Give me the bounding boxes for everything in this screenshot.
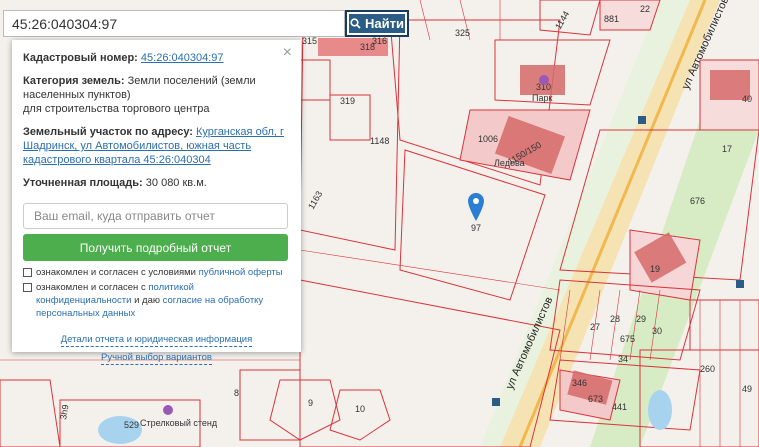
consent-offer-text: ознакомлен и согласен с условиями публич… xyxy=(36,266,283,279)
search-icon xyxy=(350,18,361,29)
shooting-stand-icon[interactable] xyxy=(163,405,173,415)
category-row: Категория земель: Земли поселений (земли… xyxy=(23,74,290,116)
address-row: Земельный участок по адресу: Курганская … xyxy=(23,125,290,167)
parcel-label: 27 xyxy=(590,322,600,332)
parcel-label: 28 xyxy=(610,314,620,324)
parcel-label: 315 xyxy=(302,36,317,46)
parcel-label: 325 xyxy=(455,28,470,38)
consent-offer-checkbox[interactable] xyxy=(23,268,32,277)
parcel-label: 346 xyxy=(572,378,587,388)
parcel-label: 8 xyxy=(234,388,239,398)
report-details-link[interactable]: Детали отчета и юридическая информация xyxy=(60,334,253,347)
parcel-label: 441 xyxy=(612,402,627,412)
poi-stand-label: Стрелковый стенд xyxy=(140,418,218,428)
poi-park-label: Парк xyxy=(532,93,552,103)
parcel-label: 29 xyxy=(636,314,646,324)
parcel-label: 675 xyxy=(620,334,635,344)
parcel-label: 881 xyxy=(604,14,619,24)
category-purpose: для строительства торгового центра xyxy=(23,103,210,115)
consent-offer-row: ознакомлен и согласен с условиями публич… xyxy=(23,266,290,279)
parcel-label: 17 xyxy=(722,144,732,154)
get-report-button[interactable]: Получить подробный отчет xyxy=(23,234,288,261)
parcel-label: 40 xyxy=(742,94,752,104)
parcel-label: 319 xyxy=(340,96,355,106)
parcel-label: 1148 xyxy=(370,136,389,146)
parcel-label: 19 xyxy=(650,264,660,274)
cadastral-row: Кадастровый номер: 45:26:040304:97 xyxy=(23,51,290,65)
parcel-label: 316 xyxy=(372,36,387,46)
search-button[interactable]: Найти xyxy=(345,10,409,37)
parcel-label: 30 xyxy=(652,326,662,336)
category-label: Категория земель: xyxy=(23,75,125,87)
parcel-label: 34 xyxy=(618,354,628,364)
parcel-label: 260 xyxy=(700,364,715,374)
parcel-label: 1006 xyxy=(478,134,498,144)
consent-privacy-checkbox[interactable] xyxy=(23,283,32,292)
cadastral-label: Кадастровый номер: xyxy=(23,52,138,64)
parcel-label: 673 xyxy=(588,394,603,404)
area-label: Уточненная площадь: xyxy=(23,177,143,189)
consent-privacy-prefix: ознакомлен и согласен с xyxy=(36,282,146,293)
bottom-links: Детали отчета и юридическая информация Р… xyxy=(23,332,290,365)
close-icon[interactable]: × xyxy=(283,45,292,61)
offer-link[interactable]: публичной оферты xyxy=(199,267,283,278)
consent-privacy-middle: и даю xyxy=(134,295,160,306)
parcel-label: 9 xyxy=(308,398,313,408)
email-field[interactable] xyxy=(23,203,288,229)
address-label: Земельный участок по адресу: xyxy=(23,126,193,138)
parcel-label: 49 xyxy=(742,384,752,394)
bus-stop-icon[interactable] xyxy=(736,280,744,288)
consent-offer-prefix: ознакомлен и согласен с условиями xyxy=(36,267,196,278)
search-bar xyxy=(3,10,345,37)
consent-privacy-text: ознакомлен и согласен с политикой конфид… xyxy=(36,281,290,320)
parcel-info-panel: × Кадастровый номер: 45:26:040304:97 Кат… xyxy=(12,40,301,365)
search-button-label: Найти xyxy=(365,16,404,31)
parcel-label: 10 xyxy=(355,404,365,414)
search-input[interactable] xyxy=(4,11,344,36)
bus-stop-icon[interactable] xyxy=(492,398,500,406)
area-row: Уточненная площадь: 30 080 кв.м. xyxy=(23,176,290,190)
park-icon[interactable] xyxy=(539,75,549,85)
consent-privacy-row: ознакомлен и согласен с политикой конфид… xyxy=(23,281,290,320)
area-value: 30 080 кв.м. xyxy=(145,177,207,189)
parcel-label: 529 xyxy=(124,420,139,430)
parcel-label: 676 xyxy=(690,196,705,206)
cadastral-link[interactable]: 45:26:040304:97 xyxy=(141,52,224,64)
parcel-label: 22 xyxy=(640,4,650,14)
manual-selection-link[interactable]: Ручной выбор вариантов xyxy=(101,352,212,365)
bus-stop-icon[interactable] xyxy=(638,116,646,124)
location-marker-icon[interactable] xyxy=(468,193,484,226)
poi-ice-label: Ледова xyxy=(494,158,525,168)
